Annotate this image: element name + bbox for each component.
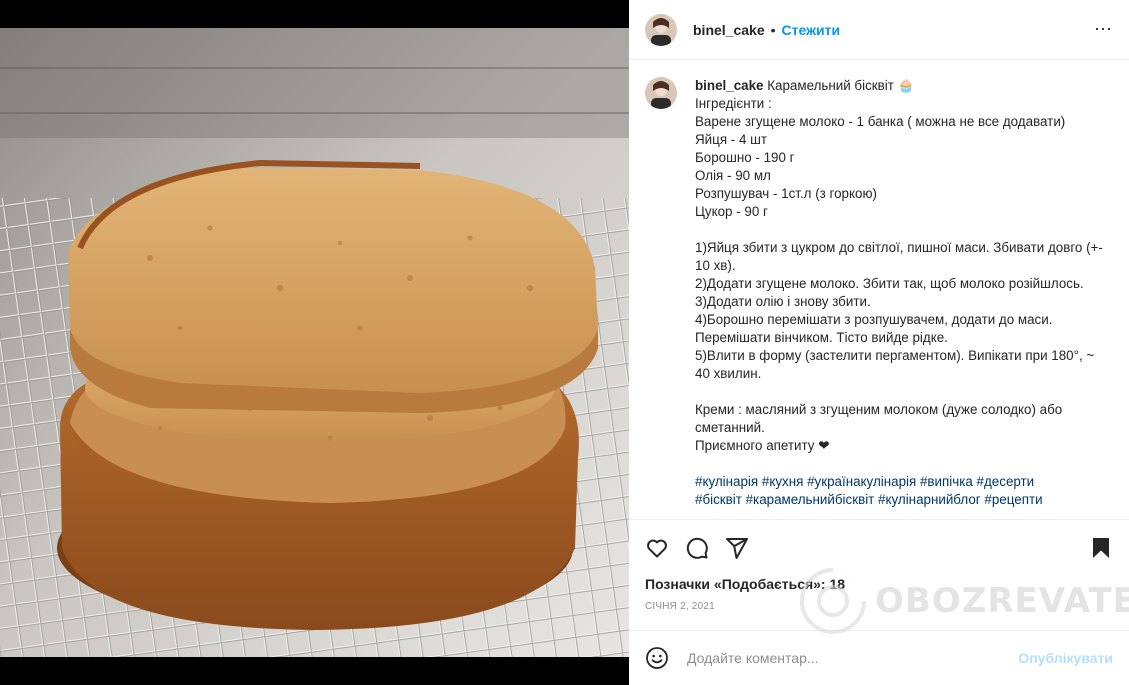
like-button[interactable] xyxy=(645,536,669,560)
post-date[interactable]: СІЧНЯ 2, 2021 xyxy=(645,601,715,612)
caption-title: Карамельний бісквіт 🧁 xyxy=(767,78,915,93)
post-details-pane: binel_cake • Стежити ⋯ binel_cake Караме… xyxy=(629,0,1129,685)
share-icon xyxy=(726,537,748,559)
caption-scroll-area[interactable]: binel_cake Карамельний бісквіт 🧁 Інгреді… xyxy=(629,61,1129,518)
caption-line: Інгредієнти : xyxy=(695,96,772,111)
caption-line: Борошно - 190 г xyxy=(695,150,795,165)
heart-icon xyxy=(647,539,667,557)
caption-line: Розпушувач - 1ст.л (з горкою) xyxy=(695,186,877,201)
comment-button[interactable] xyxy=(685,536,709,560)
likes-label: Позначки «Подобається»: xyxy=(645,576,826,592)
caption-line: Олія - 90 мл xyxy=(695,168,771,183)
caption-closing: Приємного апетиту ❤ xyxy=(695,438,830,453)
author-avatar[interactable] xyxy=(645,13,677,46)
recipe-step: 3)Додати олію і знову збити. xyxy=(695,294,871,309)
header-separator: • xyxy=(770,21,776,38)
publish-button[interactable]: Опублікувати xyxy=(1018,650,1113,666)
recipe-step: 4)Борошно перемішати з розпушувачем, дод… xyxy=(695,312,1053,345)
add-comment-bar: Опублікувати xyxy=(629,630,1129,685)
follow-button[interactable]: Стежити xyxy=(782,22,841,38)
post-header: binel_cake • Стежити ⋯ xyxy=(629,0,1129,60)
more-options-icon[interactable]: ⋯ xyxy=(1094,19,1113,40)
bookmark-icon xyxy=(1093,537,1109,558)
hashtags-cut[interactable]: #бісквіт #карамельнийбісквіт #кулінарний… xyxy=(695,491,1105,509)
comment-input[interactable] xyxy=(685,649,1019,667)
caption-cream: Креми : масляний з згущеним молоком (дуж… xyxy=(695,402,1063,435)
caption-username[interactable]: binel_cake xyxy=(695,78,763,93)
recipe-step: 5)Влити в форму (застелити пергаментом).… xyxy=(695,348,1095,381)
share-button[interactable] xyxy=(725,536,749,560)
emoji-icon[interactable] xyxy=(645,646,669,670)
author-username[interactable]: binel_cake xyxy=(693,22,765,38)
caption-line: Цукор - 90 г xyxy=(695,204,768,219)
comment-icon xyxy=(686,537,708,559)
post-photo[interactable] xyxy=(0,28,629,657)
save-button[interactable] xyxy=(1089,536,1113,560)
caption-line: Яйця - 4 шт xyxy=(695,132,768,147)
caption-line: Варене згущене молоко - 1 банка ( можна … xyxy=(695,114,1066,129)
caption-avatar[interactable] xyxy=(645,77,677,109)
hashtags[interactable]: #кулінарія #кухня #українакулінарія #вип… xyxy=(695,473,1105,491)
post-actions xyxy=(629,519,1129,575)
post-photo-pane xyxy=(0,0,629,685)
likes-number: 18 xyxy=(829,576,846,592)
likes-count[interactable]: Позначки «Подобається»: 18 xyxy=(645,576,845,592)
caption: binel_cake Карамельний бісквіт 🧁 Інгреді… xyxy=(645,77,1113,509)
recipe-step: 2)Додати згущене молоко. Збити так, щоб … xyxy=(695,276,1084,291)
recipe-step: 1)Яйця збити з цукром до світлої, пишної… xyxy=(695,240,1103,273)
caption-text: binel_cake Карамельний бісквіт 🧁 Інгреді… xyxy=(695,77,1105,509)
